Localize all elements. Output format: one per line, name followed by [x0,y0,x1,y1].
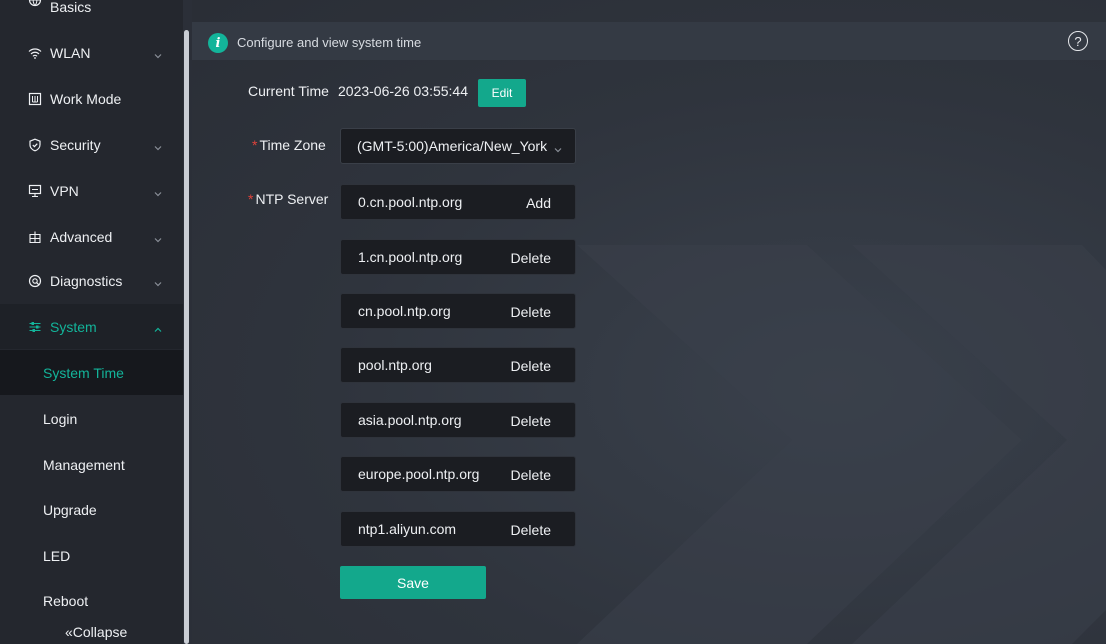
sidebar-subitem-label: Upgrade [43,501,97,518]
sidebar-item-label: Security [50,136,101,153]
chevron-down-icon [153,140,163,150]
ntp-server-row: europe.pool.ntp.org Delete [340,456,576,492]
ntp-server-label: * NTP Server [248,191,328,207]
info-text: Configure and view system time [237,35,422,50]
sidebar-subitem-label: Reboot [43,592,89,609]
sidebar-item-label: Work Mode [50,90,122,107]
ntp-server-input[interactable]: asia.pool.ntp.org [358,412,462,428]
sidebar-item-work-mode[interactable]: Work Mode [0,76,183,121]
ntp-server-row: 1.cn.pool.ntp.org Delete [340,239,576,275]
time-zone-value: (GMT-5:00)America/New_York [357,138,548,154]
ntp-server-label-text: NTP Server [255,191,329,207]
vpn-icon [28,184,42,198]
diagnostics-icon [28,274,42,288]
required-mark: * [252,137,258,153]
sidebar-subitem-upgrade[interactable]: Upgrade [0,487,183,532]
sidebar-item-diagnostics[interactable]: Diagnostics [0,258,183,303]
ntp-server-row: cn.pool.ntp.org Delete [340,293,576,329]
sidebar-item-label: Basics [50,0,92,15]
shield-icon [28,138,42,152]
delete-ntp-button[interactable]: Delete [511,250,551,266]
sidebar-subitem-login[interactable]: Login [0,396,183,441]
chevron-down-icon [153,186,163,196]
ntp-server-input[interactable]: 0.cn.pool.ntp.org [358,194,462,210]
sidebar-subitem-label: LED [43,547,71,564]
main-panel: i Configure and view system time ? Curre… [192,0,1106,644]
ntp-server-input[interactable]: 1.cn.pool.ntp.org [358,249,462,265]
wifi-icon [28,46,42,60]
time-zone-label: * Time Zone [252,137,326,153]
ntp-server-input[interactable]: europe.pool.ntp.org [358,466,479,482]
sidebar-subitem-label: Login [43,410,78,427]
delete-ntp-button[interactable]: Delete [511,358,551,374]
delete-ntp-button[interactable]: Delete [511,304,551,320]
sidebar-subitem-label: Management [43,456,125,473]
ntp-server-input[interactable]: cn.pool.ntp.org [358,303,451,319]
chevron-down-icon [553,142,563,153]
sidebar-item-basics[interactable]: Basics [0,0,183,16]
background-chevrons [577,245,1106,644]
required-mark: * [248,191,254,207]
sidebar-item-label: System [50,318,97,335]
chevron-down-icon [153,48,163,58]
current-time-label: Current Time [248,83,329,99]
sidebar-subitem-system-time[interactable]: System Time [0,350,183,395]
sidebar: Basics WLAN Work Mode Security VPN Advan… [0,0,183,644]
ntp-server-row: pool.ntp.org Delete [340,347,576,383]
collapse-button[interactable]: «Collapse [65,624,127,640]
delete-ntp-button[interactable]: Delete [511,522,551,538]
help-icon[interactable]: ? [1068,31,1088,51]
time-zone-select[interactable]: (GMT-5:00)America/New_York [340,128,576,164]
chevron-down-icon [153,276,163,286]
sidebar-item-advanced[interactable]: Advanced [0,214,183,259]
sidebar-scrollbar[interactable] [184,30,189,644]
delete-ntp-button[interactable]: Delete [511,467,551,483]
sidebar-item-wlan[interactable]: WLAN [0,30,183,75]
ntp-server-input[interactable]: ntp1.aliyun.com [358,521,456,537]
sidebar-item-security[interactable]: Security [0,122,183,167]
advanced-icon [28,230,42,244]
sidebar-subitem-label: System Time [43,364,124,381]
current-time-value: 2023-06-26 03:55:44 [338,83,468,99]
sidebar-item-vpn[interactable]: VPN [0,168,183,213]
work-mode-icon [28,92,42,106]
sidebar-subitem-reboot[interactable]: Reboot [0,578,183,623]
ntp-server-row: ntp1.aliyun.com Delete [340,511,576,547]
edit-button[interactable]: Edit [478,79,526,107]
sliders-icon [28,320,42,334]
sidebar-item-system[interactable]: System [0,304,183,349]
ntp-server-input[interactable]: pool.ntp.org [358,357,432,373]
delete-ntp-button[interactable]: Delete [511,413,551,429]
sidebar-item-label: WLAN [50,44,91,61]
info-icon: i [208,33,228,53]
time-zone-label-text: Time Zone [259,137,326,153]
add-ntp-button[interactable]: Add [526,195,551,211]
sidebar-item-label: Advanced [50,228,113,245]
sidebar-item-label: Diagnostics [50,272,123,289]
sidebar-item-label: VPN [50,182,79,199]
chevron-up-icon [153,322,163,332]
save-button[interactable]: Save [340,566,486,599]
sidebar-subitem-led[interactable]: LED [0,533,183,578]
globe-icon [28,0,42,7]
ntp-server-row: asia.pool.ntp.org Delete [340,402,576,438]
ntp-server-row: 0.cn.pool.ntp.org Add [340,184,576,220]
sidebar-subitem-management[interactable]: Management [0,442,183,487]
chevron-down-icon [153,232,163,242]
